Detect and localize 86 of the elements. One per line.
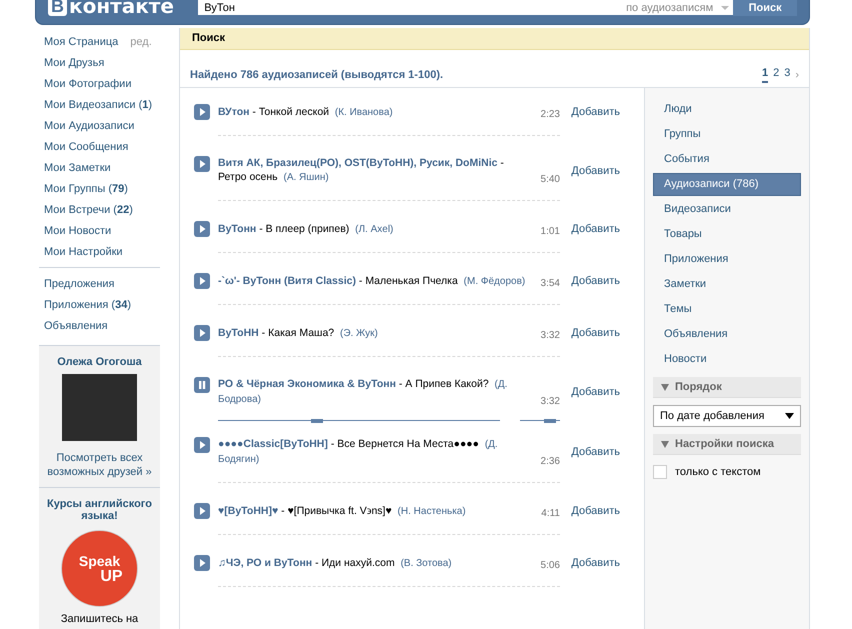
track-duration: 3:54 [540, 278, 560, 289]
page-link[interactable]: 3 [784, 67, 790, 83]
sidebar-item[interactable]: Объявления [44, 320, 108, 332]
track-title: -`ω'- ВуТонн (Витя Classic) - Маленькая Пчелка (М. Фёдоров) [218, 274, 526, 288]
sidebar-item[interactable]: Мои Встречи (22) [44, 204, 133, 216]
category-item[interactable]: Товары [653, 223, 801, 246]
sidebar-item[interactable]: Предложения [44, 278, 115, 290]
play-button[interactable] [194, 555, 210, 571]
track-title: ♫ЧЭ, РО и ВуТонн - Иди нахуй.com (В. Зотова) [218, 556, 453, 570]
add-link[interactable]: Добавить [571, 106, 620, 118]
add-link[interactable]: Добавить [571, 557, 620, 569]
category-item[interactable]: Приложения [653, 248, 801, 271]
track-duration: 5:06 [540, 560, 560, 571]
track-duration: 3:32 [540, 330, 560, 341]
sort-dropdown[interactable]: По дате добавления [653, 405, 801, 427]
sidebar-item[interactable]: Мои Видеозаписи (1) [44, 98, 152, 110]
play-button[interactable] [194, 221, 210, 237]
play-button[interactable] [194, 325, 210, 341]
ad-logo[interactable]: Speak UP [61, 530, 138, 607]
sidebar-item[interactable]: Мои Группы (79) [44, 182, 128, 194]
track-title: ♥[ВуТоНН]♥ - ♥[Привычка ft. V϶ns]♥ (Н. Настенька) [218, 504, 467, 518]
add-link[interactable]: Добавить [571, 223, 620, 235]
results-summary: Найдено 786 аудиозаписей (выводятся 1-100). [190, 69, 444, 81]
ad-title[interactable]: Курсы английского языка! [39, 498, 160, 522]
track-duration: 4:11 [541, 508, 560, 519]
friends-link[interactable]: Посмотреть всех возможных друзей » [42, 451, 157, 479]
play-button[interactable] [194, 104, 210, 120]
category-item[interactable]: Заметки [653, 273, 801, 296]
sidebar-item[interactable]: Мои Новости [44, 224, 112, 236]
pause-button[interactable] [194, 377, 210, 393]
triangle-icon [661, 384, 669, 390]
play-button[interactable] [194, 437, 210, 453]
page-link[interactable]: 1 [762, 67, 768, 83]
sidebar-item[interactable]: Моя Страница [44, 36, 118, 48]
section-title: Поиск [180, 28, 809, 50]
friend-name[interactable]: Олежа Огогоша [57, 356, 142, 368]
track-title: ВуТонн - В плеер (припев) (Л. Axel) [218, 222, 394, 236]
add-link[interactable]: Добавить [571, 275, 620, 287]
sidebar-item[interactable]: Мои Аудиозаписи [44, 120, 134, 132]
volume-handle[interactable] [544, 419, 556, 423]
triangle-icon [661, 440, 669, 448]
ad-text: Запишитесь на [60, 613, 138, 625]
section-header[interactable]: Порядок [653, 377, 801, 398]
sidebar-item[interactable]: Мои Сообщения [44, 140, 128, 152]
play-button[interactable] [194, 273, 210, 289]
track-duration: 2:23 [540, 109, 560, 120]
caret-icon [785, 413, 794, 419]
category-item[interactable]: События [653, 148, 801, 171]
category-item[interactable]: Группы [653, 123, 801, 146]
sidebar-item[interactable]: Мои Настройки [44, 246, 123, 258]
track-duration: 5:40 [540, 174, 560, 185]
track-title: РО & Чёрная Экономика & ВуТонн - А Припев Какой? (Д. Бодрова) [218, 377, 508, 407]
track-duration: 3:32 [540, 396, 560, 407]
category-item[interactable]: Аудиозаписи (786) [653, 173, 801, 196]
add-link[interactable]: Добавить [571, 446, 620, 458]
play-button[interactable] [194, 156, 210, 172]
add-link[interactable]: Добавить [571, 505, 620, 517]
category-item[interactable]: Объявления [653, 323, 801, 346]
caret-icon [721, 6, 730, 10]
search-field[interactable]: ВуТон по аудиозаписям [198, 0, 734, 15]
sidebar-item[interactable]: Приложения (34) [44, 298, 131, 310]
progress-handle[interactable] [310, 419, 323, 423]
category-item[interactable]: Новости [653, 348, 801, 371]
logo-text[interactable]: контакте [69, 0, 174, 16]
category-item[interactable]: Темы [653, 298, 801, 321]
sidebar-item[interactable]: Мои Фотографии [44, 78, 132, 90]
add-link[interactable]: Добавить [571, 327, 620, 339]
checkbox[interactable] [653, 465, 667, 479]
category-item[interactable]: Люди [653, 98, 801, 121]
track-title: Витя АК, Бразилец(РО), OST(ВуТоНН), Русик, DoMiNic - Ретро осень (А. Яшин) [218, 156, 505, 185]
add-link[interactable]: Добавить [571, 164, 620, 176]
track-duration: 2:36 [540, 456, 560, 467]
page-link[interactable]: 2 [773, 67, 780, 83]
sidebar-item[interactable]: Мои Друзья [44, 56, 104, 68]
track-title: ●●●●Classic[ВуТоНН] - Все Вернется На Места●●●● (Д. Бодягин) [218, 437, 499, 467]
add-link[interactable]: Добавить [571, 386, 620, 398]
play-button[interactable] [194, 503, 210, 519]
section-header[interactable]: Настройки поиска [653, 434, 801, 455]
track-title: ВуТоНН - Какая Маша? (Э. Жук) [218, 326, 379, 340]
checkbox-label: только с текстом [675, 466, 761, 478]
sidebar-item[interactable]: Мои Заметки [44, 162, 111, 174]
scope-dropdown[interactable]: по аудиозаписям [626, 2, 734, 14]
track-duration: 1:01 [540, 226, 560, 237]
category-item[interactable]: Видеозаписи [653, 198, 801, 221]
search-button[interactable]: Поиск [733, 0, 797, 16]
track-title: ВУтон - Тонкой леской (К. Иванова) [218, 104, 394, 120]
